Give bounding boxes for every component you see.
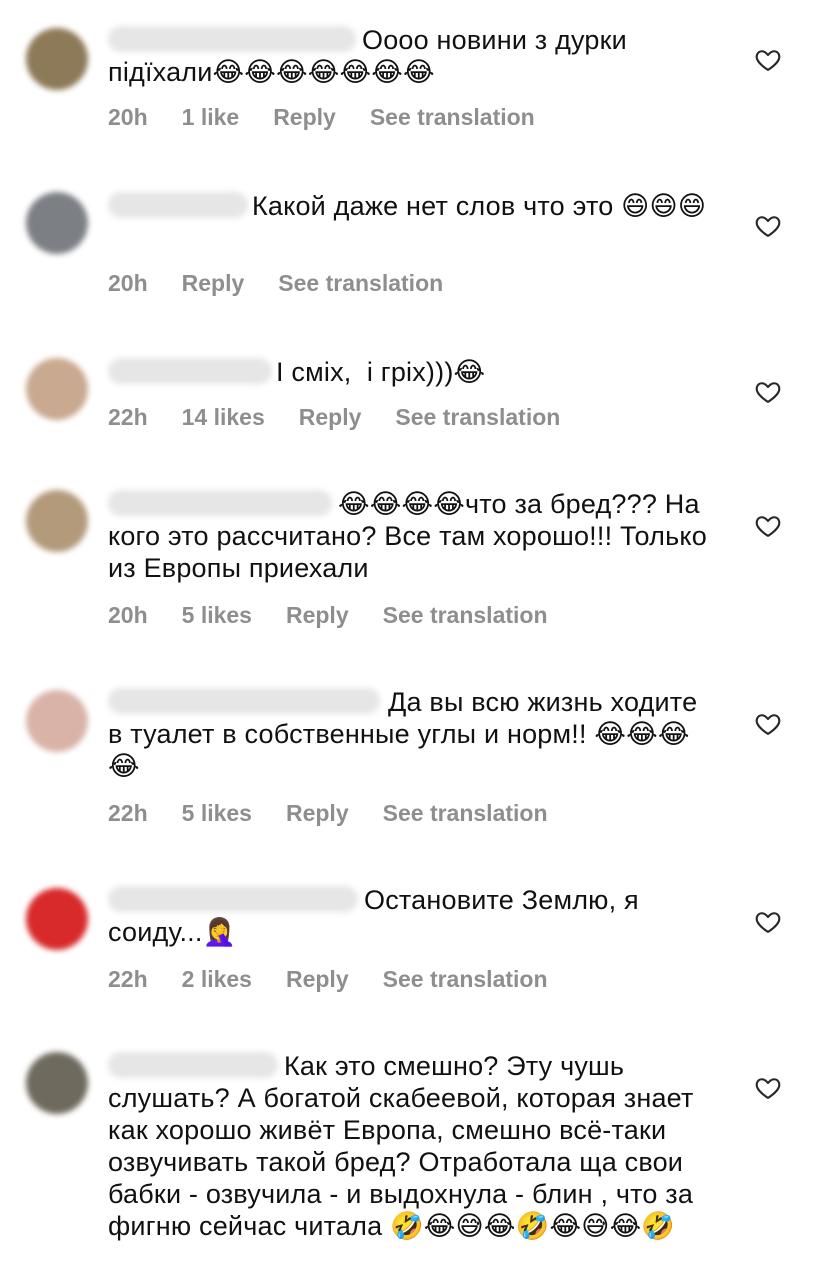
avatar[interactable] (26, 888, 88, 950)
comment-text: Остановите Землю, я соиду...🤦‍♀️ (108, 885, 647, 947)
comment-meta: 22h 2 likes Reply See translation (108, 966, 582, 993)
likes-count[interactable]: 2 likes (182, 966, 252, 993)
heart-outline-icon[interactable] (754, 1074, 782, 1102)
see-translation-link[interactable]: See translation (383, 602, 548, 629)
see-translation-link[interactable]: See translation (395, 404, 560, 431)
comment-meta: 20h 1 like Reply See translation (108, 104, 569, 131)
avatar[interactable] (26, 1052, 88, 1114)
avatar[interactable] (26, 690, 88, 752)
comment-meta: 20h Reply See translation (108, 270, 477, 297)
comment-meta: 20h 5 likes Reply See translation (108, 602, 582, 629)
likes-count[interactable]: 1 like (182, 104, 240, 131)
reply-button[interactable]: Reply (182, 270, 245, 297)
reply-button[interactable]: Reply (286, 966, 349, 993)
comment-text: 😂😂😂😂что за бред??? На кого это рассчитан… (108, 489, 715, 583)
avatar[interactable] (26, 358, 88, 420)
comment-text: Да вы всю жизнь ходите в туалет в собств… (108, 687, 705, 781)
reply-button[interactable]: Reply (273, 104, 336, 131)
see-translation-link[interactable]: See translation (278, 270, 443, 297)
comment-time: 20h (108, 270, 148, 296)
comment-time: 20h (108, 104, 148, 130)
heart-outline-icon[interactable] (754, 512, 782, 540)
comment-meta: 22h 14 likes Reply See translation (108, 404, 594, 431)
likes-count[interactable]: 5 likes (182, 602, 252, 629)
heart-outline-icon[interactable] (754, 378, 782, 406)
heart-outline-icon[interactable] (754, 710, 782, 738)
comment-meta: 22h 5 likes Reply See translation (108, 800, 582, 827)
comment-text: Какой даже нет слов что это 😄😄😄 (252, 191, 707, 221)
see-translation-link[interactable]: See translation (383, 966, 548, 993)
avatar[interactable] (26, 192, 88, 254)
comment-time: 20h (108, 602, 148, 628)
reply-button[interactable]: Reply (299, 404, 362, 431)
comment-time: 22h (108, 800, 148, 826)
likes-count[interactable]: 14 likes (182, 404, 265, 431)
reply-button[interactable]: Reply (286, 602, 349, 629)
comment-text: Оооо новини з дурки підїхали😂😂😂😂😂😂😂 (108, 25, 635, 87)
comment-text: І сміх, і гріх)))😂 (276, 357, 486, 387)
reply-button[interactable]: Reply (286, 800, 349, 827)
avatar[interactable] (26, 28, 88, 90)
heart-outline-icon[interactable] (754, 908, 782, 936)
comment-text: Как это смешно? Эту чушь слушать? А бога… (108, 1051, 702, 1241)
heart-outline-icon[interactable] (754, 212, 782, 240)
see-translation-link[interactable]: See translation (370, 104, 535, 131)
comment-time: 22h (108, 966, 148, 992)
see-translation-link[interactable]: See translation (383, 800, 548, 827)
comment-time: 22h (108, 404, 148, 430)
likes-count[interactable]: 5 likes (182, 800, 252, 827)
heart-outline-icon[interactable] (754, 46, 782, 74)
avatar[interactable] (26, 490, 88, 552)
